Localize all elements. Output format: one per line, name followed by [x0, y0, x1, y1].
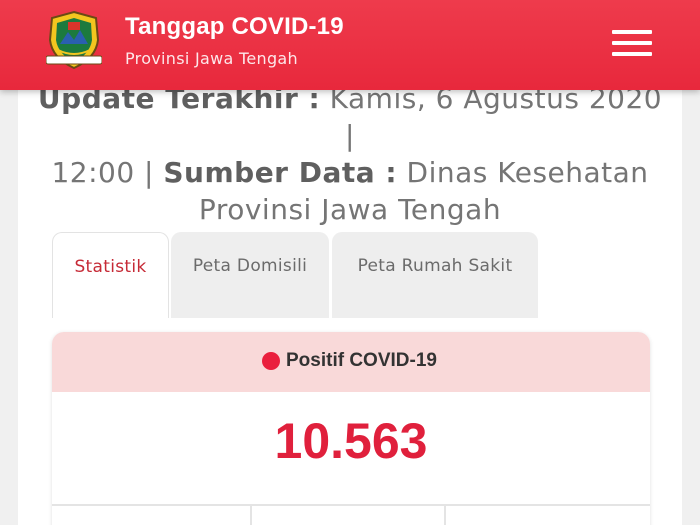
- sub-stat-cell: [446, 506, 650, 525]
- positive-stat-card: Positif COVID-19 10.563: [52, 332, 650, 525]
- tab-statistik[interactable]: Statistik: [52, 232, 169, 318]
- menu-bar-icon: [612, 41, 652, 45]
- update-date: Kamis, 6 Agustus 2020 |: [329, 82, 663, 152]
- app-title: Tanggap COVID-19: [125, 13, 344, 40]
- app-header: Tanggap COVID-19 Provinsi Jawa Tengah: [0, 0, 700, 90]
- stat-label: Positif COVID-19: [286, 350, 437, 371]
- sub-stat-cell: [52, 506, 252, 525]
- stat-card-header: Positif COVID-19: [52, 332, 650, 392]
- positive-dot-icon: [262, 352, 280, 370]
- menu-bar-icon: [612, 30, 652, 34]
- update-info: Update Terakhir : Kamis, 6 Agustus 2020 …: [30, 80, 670, 228]
- menu-bar-icon: [612, 52, 652, 56]
- source-label: Sumber Data :: [163, 156, 398, 189]
- update-time: 12:00 |: [51, 156, 154, 189]
- jawa-tengah-emblem-icon: [46, 10, 102, 70]
- tab-peta-domisili[interactable]: Peta Domisili: [171, 232, 329, 318]
- hamburger-menu-button[interactable]: [608, 24, 658, 64]
- positive-count: 10.563: [274, 413, 428, 469]
- tab-peta-rumah-sakit[interactable]: Peta Rumah Sakit: [332, 232, 538, 318]
- sub-stat-cell: [252, 506, 446, 525]
- app-subtitle: Provinsi Jawa Tengah: [125, 49, 298, 68]
